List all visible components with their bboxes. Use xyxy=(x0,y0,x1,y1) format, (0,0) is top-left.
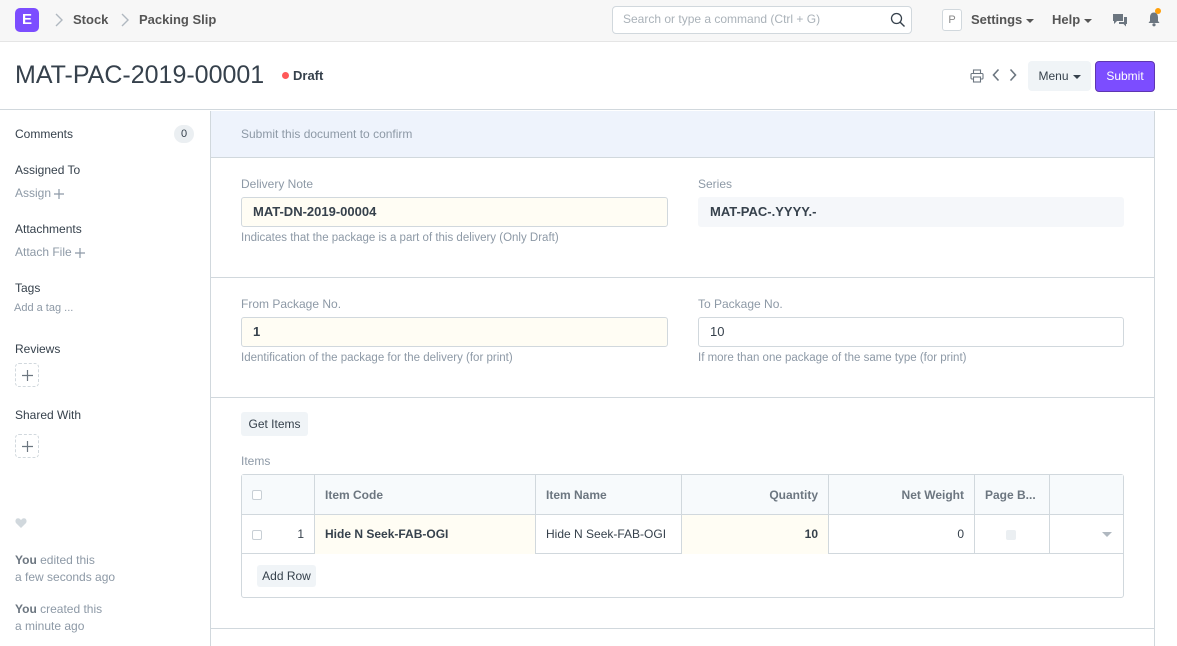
column-header-quantity[interactable]: Quantity xyxy=(682,475,829,515)
notification-dot xyxy=(1155,8,1161,14)
help-label: Help xyxy=(1052,12,1081,27)
add-tag-link[interactable]: Add a tag ... xyxy=(14,302,73,314)
add-share-button[interactable] xyxy=(15,434,39,458)
assigned-to-label: Assigned To xyxy=(15,163,81,177)
search-icon[interactable] xyxy=(890,12,906,28)
page-break-checkbox[interactable] xyxy=(1006,530,1016,540)
column-header-net-weight[interactable]: Net Weight xyxy=(829,475,975,515)
chat-icon[interactable] xyxy=(1112,12,1128,28)
page-head: MAT-PAC-2019-00001 Draft Menu Submit xyxy=(0,42,1177,110)
row-select-cell: 1 xyxy=(242,515,315,554)
chevron-left-icon[interactable] xyxy=(991,68,1001,82)
caret-down-icon xyxy=(1084,18,1093,23)
chevron-right-icon xyxy=(121,13,129,27)
attach-file-link[interactable]: Attach File xyxy=(15,245,85,259)
add-row-button[interactable]: Add Row xyxy=(257,565,316,587)
tags-label: Tags xyxy=(15,281,41,295)
column-header-item-code[interactable]: Item Code xyxy=(315,475,536,515)
delivery-note-description: Indicates that the package is a part of … xyxy=(241,232,559,244)
form-body: Submit this document to confirm Delivery… xyxy=(210,111,1155,646)
status-badge: Draft xyxy=(293,68,324,83)
net-weight-cell[interactable]: 0 xyxy=(829,515,975,554)
activity-time: a few seconds ago xyxy=(15,570,116,584)
search-input[interactable] xyxy=(623,12,883,26)
activity-item: You created this a minute ago xyxy=(15,601,102,635)
navbar: E Stock Packing Slip P Settings Help xyxy=(0,0,1177,42)
breadcrumb-stock[interactable]: Stock xyxy=(73,12,108,27)
column-header-page-break[interactable]: Page B... xyxy=(975,475,1050,515)
plus-icon xyxy=(54,188,65,199)
section-divider xyxy=(211,397,1154,398)
reviews-label: Reviews xyxy=(15,342,61,356)
alert-text: Submit this document to confirm xyxy=(241,127,413,141)
activity-action: edited this xyxy=(36,553,95,567)
attachments-label: Attachments xyxy=(15,222,82,236)
activity-time: a minute ago xyxy=(15,619,85,633)
form-sidebar: Comments 0 Assigned To Assign Attachment… xyxy=(0,111,210,646)
assign-link-label: Assign xyxy=(15,186,52,200)
row-checkbox[interactable] xyxy=(252,530,262,540)
plus-icon xyxy=(22,441,33,452)
from-package-description: Identification of the package for the de… xyxy=(241,352,513,364)
column-header-actions xyxy=(1050,475,1123,515)
caret-down-icon xyxy=(1026,18,1035,23)
search-bar[interactable] xyxy=(612,6,912,34)
section-divider xyxy=(211,628,1154,629)
items-label: Items xyxy=(241,454,271,468)
select-all-checkbox[interactable] xyxy=(252,490,262,500)
submit-alert: Submit this document to confirm xyxy=(211,111,1154,158)
to-package-field[interactable]: 10 xyxy=(698,317,1124,347)
menu-button[interactable]: Menu xyxy=(1028,61,1091,91)
activity-item: You edited this a few seconds ago xyxy=(15,552,115,586)
breadcrumb-packing-slip[interactable]: Packing Slip xyxy=(139,12,216,27)
submit-button[interactable]: Submit xyxy=(1095,61,1155,92)
page-title: MAT-PAC-2019-00001 xyxy=(15,61,265,89)
caret-down-icon xyxy=(1072,74,1081,79)
delivery-note-label: Delivery Note xyxy=(241,177,314,191)
settings-label: Settings xyxy=(971,12,1023,27)
menu-label: Menu xyxy=(1038,69,1069,83)
items-table: Item Code Item Name Quantity Net Weight … xyxy=(241,474,1124,598)
select-all-cell xyxy=(242,475,315,515)
series-label: Series xyxy=(698,177,733,191)
avatar[interactable]: P xyxy=(942,9,962,31)
section-divider xyxy=(211,277,1154,278)
plus-icon xyxy=(22,370,33,381)
heart-icon[interactable] xyxy=(15,517,27,529)
to-package-description: If more than one package of the same typ… xyxy=(698,352,967,364)
help-dropdown[interactable]: Help xyxy=(1052,12,1093,27)
plus-icon xyxy=(74,247,85,258)
row-index: 1 xyxy=(297,527,304,541)
item-code-cell[interactable]: Hide N Seek-FAB-OGI xyxy=(315,515,536,554)
activity-action: created this xyxy=(36,602,103,616)
chevron-right-icon[interactable] xyxy=(1008,68,1018,82)
comments-label[interactable]: Comments xyxy=(15,127,73,141)
item-name-cell[interactable]: Hide N Seek-FAB-OGI xyxy=(536,515,682,554)
get-items-button[interactable]: Get Items xyxy=(241,412,308,436)
to-package-label: To Package No. xyxy=(698,297,783,311)
attach-file-label: Attach File xyxy=(15,245,72,259)
from-package-label: From Package No. xyxy=(241,297,342,311)
delivery-note-field[interactable]: MAT-DN-2019-00004 xyxy=(241,197,668,227)
table-header: Item Code Item Name Quantity Net Weight … xyxy=(242,475,1123,515)
settings-dropdown[interactable]: Settings xyxy=(971,12,1035,27)
shared-with-label: Shared With xyxy=(15,408,82,422)
print-icon[interactable] xyxy=(970,69,984,83)
table-row[interactable]: 1 Hide N Seek-FAB-OGI Hide N Seek-FAB-OG… xyxy=(242,515,1123,554)
activity-user[interactable]: You xyxy=(15,553,37,567)
from-package-field[interactable]: 1 xyxy=(241,317,668,347)
add-review-button[interactable] xyxy=(15,363,39,387)
activity-user[interactable]: You xyxy=(15,602,37,616)
column-header-item-name[interactable]: Item Name xyxy=(536,475,682,515)
app-logo[interactable]: E xyxy=(15,8,39,32)
chevron-down-icon[interactable] xyxy=(1101,531,1113,539)
row-actions-cell[interactable] xyxy=(1050,515,1123,554)
page-break-cell[interactable] xyxy=(975,515,1050,554)
quantity-cell[interactable]: 10 xyxy=(682,515,829,554)
series-field: MAT-PAC-.YYYY.- xyxy=(698,197,1124,227)
comments-count-badge: 0 xyxy=(174,125,194,143)
status-indicator-dot xyxy=(282,72,289,79)
chevron-right-icon xyxy=(55,13,63,27)
assign-link[interactable]: Assign xyxy=(15,186,65,200)
